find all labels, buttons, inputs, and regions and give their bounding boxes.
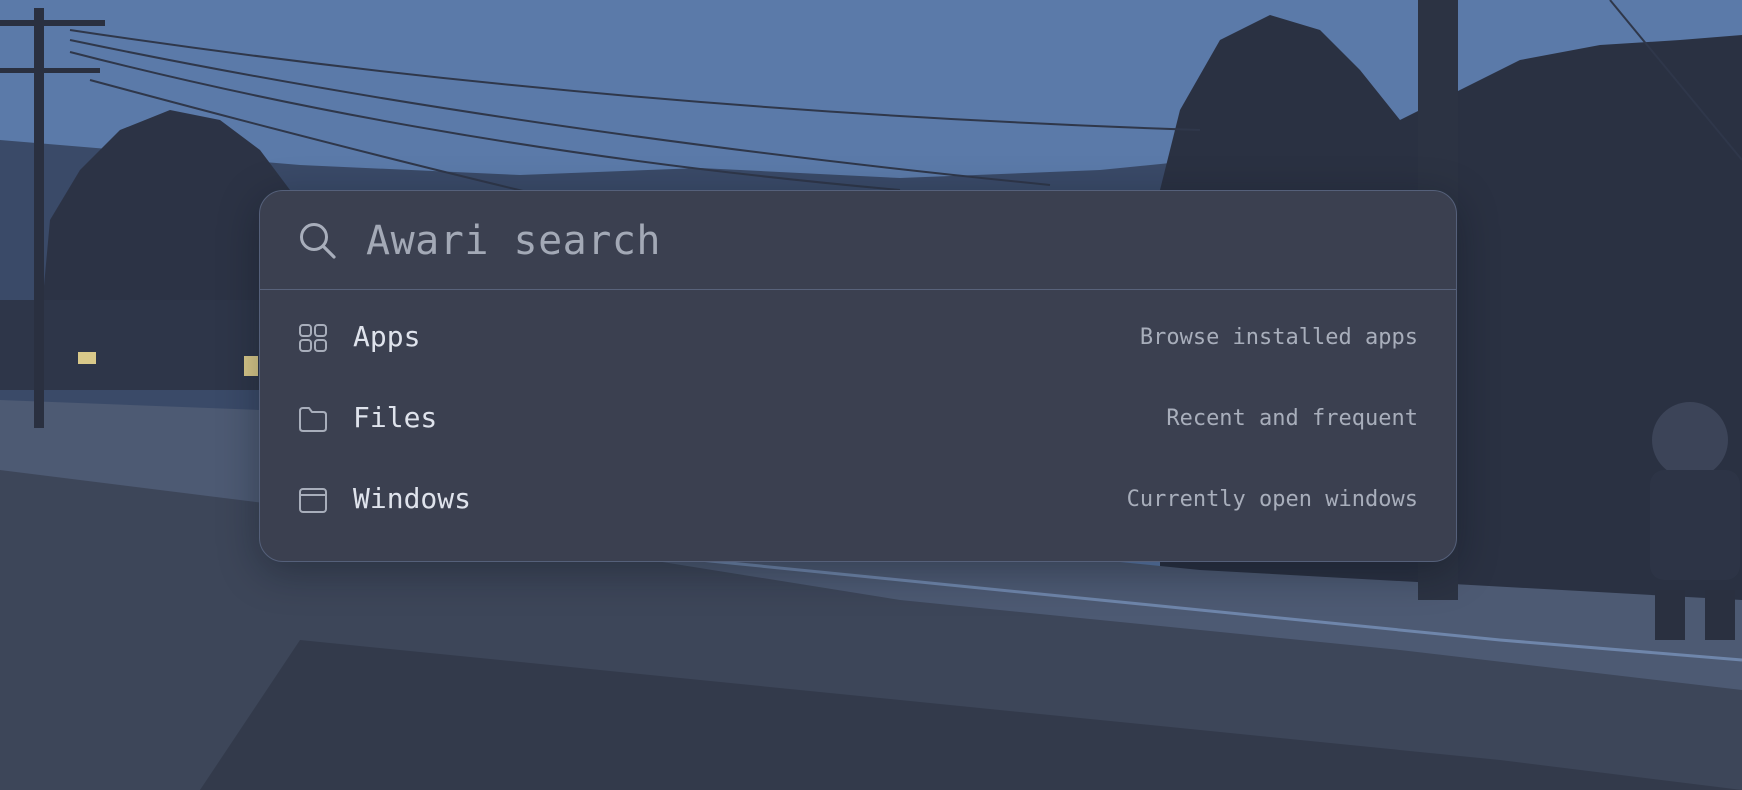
result-apps[interactable]: Apps Browse installed apps	[260, 303, 1456, 373]
window-icon	[299, 488, 327, 513]
folder-icon	[299, 407, 327, 432]
result-label: Files	[353, 401, 438, 434]
result-files[interactable]: Files Recent and frequent	[260, 384, 1456, 454]
search-launcher: Apps Browse installed apps Files Recent …	[259, 190, 1457, 562]
grid-icon	[299, 324, 327, 352]
search-input[interactable]	[366, 213, 1406, 269]
search-icon	[300, 223, 336, 259]
search-bar	[260, 191, 1456, 290]
result-description: Currently open windows	[1126, 487, 1418, 512]
result-label: Windows	[353, 482, 472, 515]
result-description: Recent and frequent	[1166, 406, 1418, 431]
result-windows[interactable]: Windows Currently open windows	[260, 465, 1456, 535]
result-description: Browse installed apps	[1139, 325, 1418, 350]
result-label: Apps	[353, 320, 421, 353]
